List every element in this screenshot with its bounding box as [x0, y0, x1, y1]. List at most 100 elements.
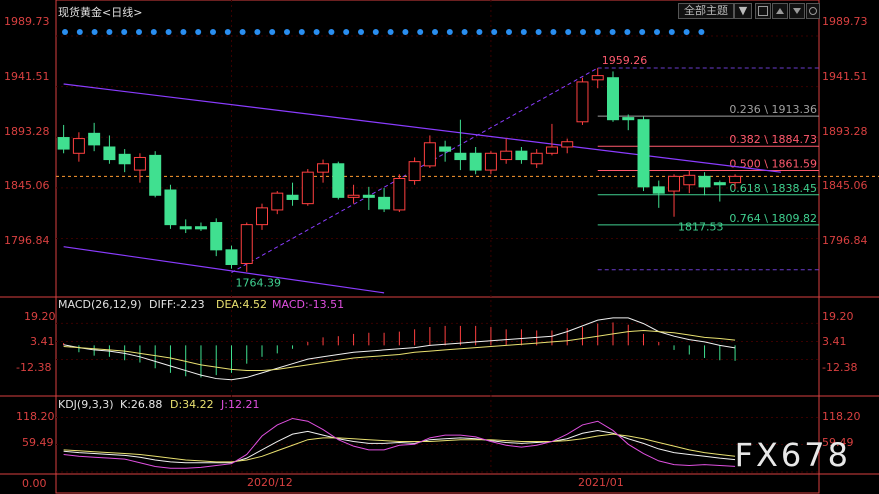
candle-down [118, 153, 131, 165]
event-dot [180, 29, 187, 35]
event-dot [210, 29, 216, 35]
fib-level-label: 0.764 \ 1809.82 [729, 212, 817, 225]
event-dot [402, 29, 409, 35]
candle-down [194, 226, 207, 230]
event-dot [535, 29, 542, 35]
event-dot [76, 29, 83, 35]
y-tick-label-right: 1893.28 [822, 125, 868, 138]
candle-down [469, 152, 482, 171]
event-dot [668, 29, 675, 35]
channel-lower-line [63, 246, 385, 294]
macd-y-tick: -12.38 [16, 361, 52, 374]
x-tick-label: 2021/01 [578, 476, 624, 489]
candle-up [561, 141, 574, 148]
chart-canvas: 0.236 \ 1913.36 0.382 \ 1884.73 0.500 \ 18… [0, 0, 879, 494]
kdj-j-label: J:12.21 [221, 398, 260, 411]
candle-up [317, 163, 330, 173]
chart-title: 现货黄金<日线> [58, 6, 143, 19]
candle-down [698, 175, 711, 188]
y-tick-label-right: 1941.51 [822, 70, 868, 83]
fib-level-label: 0.236 \ 1913.36 [729, 103, 817, 116]
event-dot [506, 29, 512, 35]
candle-down [454, 152, 467, 161]
price-annotation: 1959.26 [602, 54, 648, 67]
event-dot [136, 29, 142, 35]
candle-down [606, 77, 619, 121]
event-dot [239, 29, 246, 35]
candle-down [57, 137, 70, 150]
event-dot [150, 29, 157, 35]
event-dot [195, 29, 202, 35]
candle-down [88, 132, 101, 146]
event-dot [387, 29, 394, 35]
scale-down-icon[interactable] [789, 3, 805, 19]
event-dot [683, 29, 690, 35]
candle-up [591, 75, 604, 81]
fib-level-label: 0.618 \ 1838.45 [729, 182, 817, 195]
event-dot [432, 29, 438, 35]
macd-y-tick-right: -12.38 [822, 361, 858, 374]
settings-icon[interactable] [806, 3, 820, 19]
candle-up [576, 81, 589, 123]
y-tick-label: 1893.28 [4, 125, 50, 138]
event-dot [654, 29, 660, 35]
channel-upper-line [63, 83, 781, 173]
macd-y-tick: 19.20 [24, 310, 56, 323]
y-tick-label-right: 1845.06 [822, 179, 868, 192]
candle-up [408, 161, 421, 182]
event-dot [91, 29, 98, 35]
candle-down [225, 249, 238, 266]
theme-dropdown-button[interactable]: ▼ [734, 3, 752, 19]
candle-down [515, 150, 528, 161]
x-tick-label: 2020/12 [247, 476, 293, 489]
candle-down [439, 146, 452, 152]
candle-up [530, 152, 543, 165]
candle-up [301, 171, 314, 205]
kdj-y-tick: 59.49 [22, 436, 54, 449]
candle-up [683, 174, 696, 186]
macd-y-tick-right: 19.20 [822, 310, 854, 323]
macd-title: MACD(26,12,9) [58, 298, 142, 311]
event-dot [639, 29, 646, 35]
event-dot [520, 29, 527, 35]
event-dot [62, 29, 68, 35]
event-dot [461, 29, 468, 35]
event-dot [372, 29, 379, 35]
kdj-d-label: D:34.22 [170, 398, 214, 411]
macd-y-tick: 3.41 [30, 335, 55, 348]
price-annotation: 1817.53 [678, 221, 724, 234]
y-tick-label-right: 1989.73 [822, 15, 868, 28]
candle-down [378, 196, 391, 210]
kdj-y-tick-right: 118.20 [822, 410, 861, 423]
event-dot [121, 29, 128, 35]
candle-down [179, 226, 192, 230]
chevron-down-icon: ▼ [738, 4, 748, 17]
macd-diff-line [63, 317, 736, 381]
event-dot [446, 29, 453, 35]
layout-toggle-icon[interactable] [755, 3, 771, 19]
theme-selector-label: 全部主题 [684, 4, 728, 17]
candle-up [668, 175, 681, 192]
candle-up [545, 146, 558, 154]
fib-level-label: 0.500 \ 1861.59 [729, 157, 817, 170]
candle-down [637, 119, 650, 188]
plot-frame [55, 0, 820, 494]
candle-up [423, 142, 436, 167]
event-dot [165, 29, 172, 35]
theme-selector[interactable]: 全部主题 [678, 3, 734, 19]
event-dot [491, 29, 498, 35]
event-dot [328, 29, 335, 35]
candle-down [103, 146, 116, 161]
candle-up [72, 138, 85, 154]
scale-up-icon[interactable] [772, 3, 788, 19]
candle-down [652, 186, 665, 194]
event-dot [298, 29, 305, 35]
candle-up [133, 156, 146, 171]
candle-up [729, 175, 742, 184]
candle-up [484, 152, 497, 171]
candle-up [240, 224, 253, 264]
event-dot [417, 29, 424, 35]
macd-dea-label: DEA:4.52 [216, 298, 267, 311]
event-dot [565, 29, 572, 35]
candle-up [500, 150, 513, 161]
